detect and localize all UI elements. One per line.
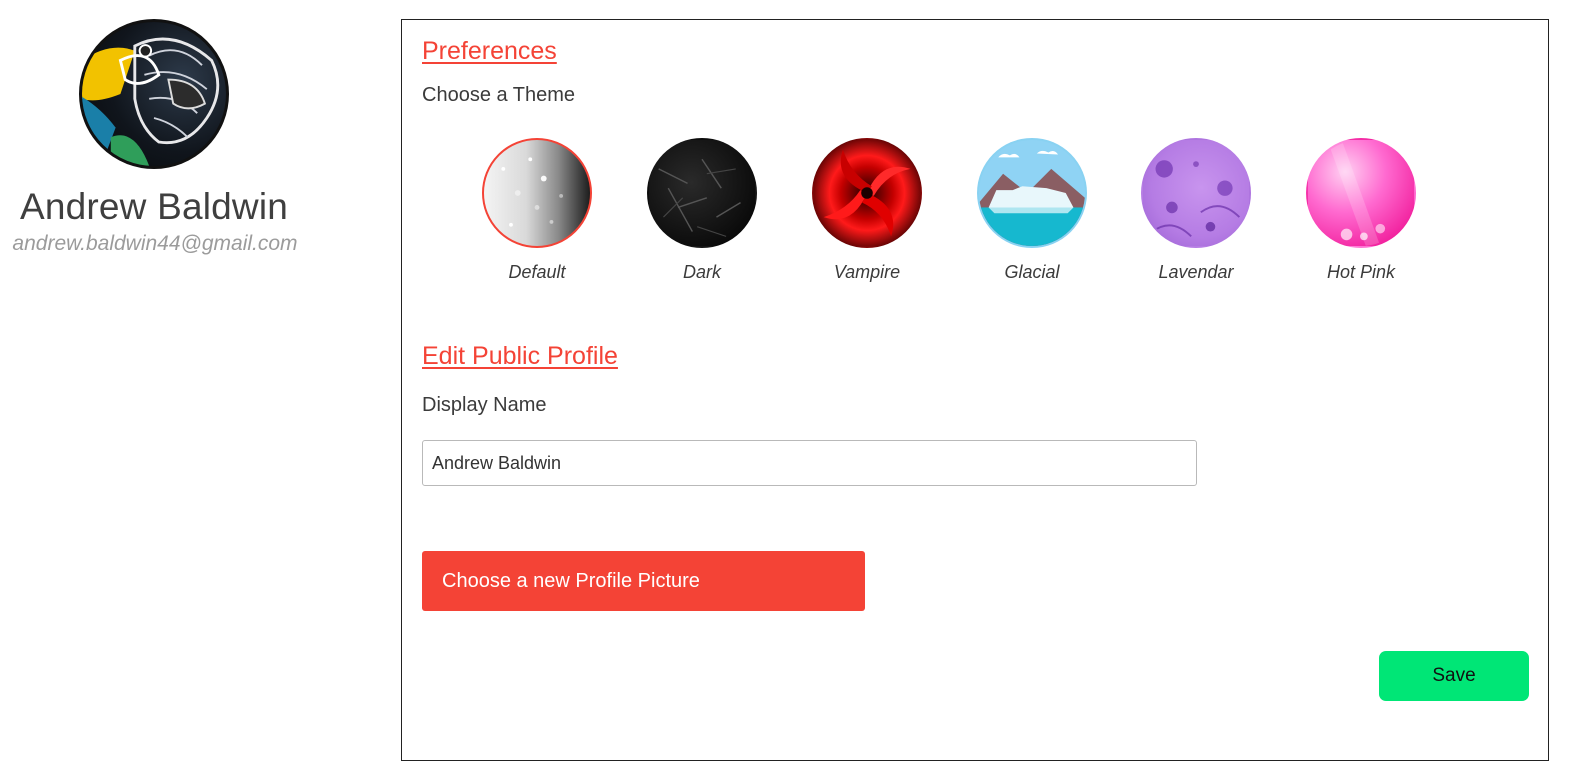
theme-label-default: Default — [508, 262, 566, 282]
profile-card: Andrew Baldwin andrew.baldwin44@gmail.co… — [0, 0, 310, 771]
parrot-avatar-icon — [82, 37, 220, 166]
theme-label-hot-pink: Hot Pink — [1326, 262, 1396, 282]
hot-pink-theme-swatch — [1306, 138, 1416, 248]
default-theme-swatch — [482, 138, 592, 248]
dark-theme-swatch — [647, 138, 757, 248]
theme-option-dark[interactable]: Dark — [647, 138, 757, 288]
profile-email: andrew.baldwin44@gmail.com — [12, 232, 298, 255]
glacial-theme-swatch — [977, 138, 1087, 248]
theme-label-dark: Dark — [682, 262, 721, 282]
theme-label-lavendar: Lavendar — [1158, 262, 1234, 282]
settings-page: Andrew Baldwin andrew.baldwin44@gmail.co… — [0, 0, 1573, 771]
vampire-theme-swatch — [812, 138, 922, 248]
display-name-label: Display Name — [422, 394, 547, 416]
preferences-heading: Preferences — [422, 37, 557, 65]
edit-public-profile-heading: Edit Public Profile — [422, 342, 618, 370]
theme-picker: Default Dark Vampire Glacial Lavendar Ho… — [482, 138, 1422, 288]
lavendar-theme-swatch — [1141, 138, 1251, 248]
theme-option-glacial[interactable]: Glacial — [977, 138, 1087, 288]
theme-option-default[interactable]: Default — [482, 138, 592, 288]
theme-option-vampire[interactable]: Vampire — [812, 138, 922, 288]
theme-label-vampire: Vampire — [833, 262, 901, 282]
theme-option-hot-pink[interactable]: Hot Pink — [1306, 138, 1416, 288]
choose-profile-picture-button[interactable]: Choose a new Profile Picture — [422, 551, 865, 611]
settings-panel: Preferences Choose a Theme Default Dark … — [401, 19, 1549, 761]
theme-label-glacial: Glacial — [1004, 262, 1060, 282]
profile-name: Andrew Baldwin — [19, 186, 289, 227]
theme-label: Choose a Theme — [422, 84, 576, 106]
avatar — [79, 19, 229, 169]
theme-option-lavendar[interactable]: Lavendar — [1141, 138, 1251, 288]
display-name-input[interactable] — [422, 440, 1197, 486]
save-button[interactable]: Save — [1379, 651, 1529, 701]
